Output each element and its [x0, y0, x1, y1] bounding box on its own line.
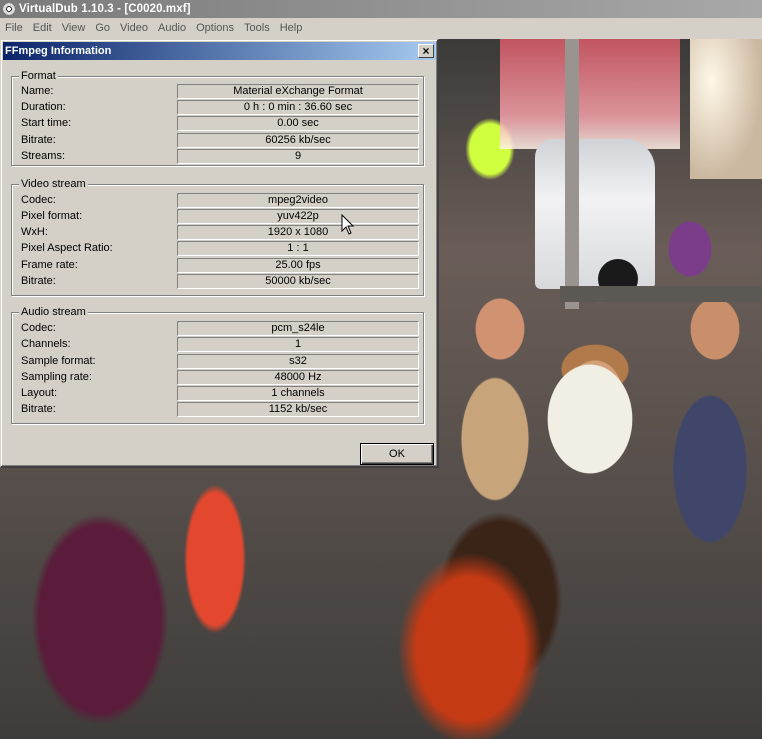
ffmpeg-info-dialog: FFmpeg Information × Format Name: Materi…: [0, 39, 439, 468]
dialog-title: FFmpeg Information: [5, 45, 112, 57]
row-value: Material eXchange Format: [177, 84, 419, 99]
format-row-duration: Duration: 0 h : 0 min : 36.60 sec: [21, 100, 419, 115]
format-row-start-time: Start time: 0.00 sec: [21, 116, 419, 131]
row-value: s32: [177, 354, 419, 369]
menu-file[interactable]: File: [0, 18, 28, 38]
row-label: Name:: [21, 85, 54, 97]
ok-button[interactable]: OK: [360, 443, 434, 465]
menu-audio[interactable]: Audio: [153, 18, 191, 38]
audio-row-sample-format: Sample format: s32: [21, 354, 419, 369]
row-label: WxH:: [21, 226, 48, 238]
row-label: Bitrate:: [21, 134, 56, 146]
menu-help[interactable]: Help: [275, 18, 308, 38]
row-label: Pixel format:: [21, 210, 83, 222]
window-titlebar: VirtualDub 1.10.3 - [C0020.mxf]: [0, 0, 762, 18]
menu-go[interactable]: Go: [90, 18, 115, 38]
dialog-titlebar[interactable]: FFmpeg Information ×: [3, 42, 436, 60]
row-value: 50000 kb/sec: [177, 274, 419, 289]
audio-row-channels: Channels: 1: [21, 337, 419, 352]
row-value: 0 h : 0 min : 36.60 sec: [177, 100, 419, 115]
row-label: Bitrate:: [21, 275, 56, 287]
row-label: Sampling rate:: [21, 371, 92, 383]
row-value: 25.00 fps: [177, 258, 419, 273]
format-row-bitrate: Bitrate: 60256 kb/sec: [21, 133, 419, 148]
row-label: Streams:: [21, 150, 66, 162]
video-stream-group: Video stream Codec: mpeg2video Pixel for…: [11, 177, 424, 296]
row-label: Layout:: [21, 387, 58, 399]
row-value: 1: [177, 337, 419, 352]
audio-row-layout: Layout: 1 channels: [21, 386, 419, 401]
row-label: Channels:: [21, 338, 71, 350]
video-light: [690, 39, 762, 179]
menu-video[interactable]: Video: [115, 18, 153, 38]
film-reel-icon[interactable]: [2, 2, 16, 16]
row-label: Start time:: [21, 117, 72, 129]
format-group: Format Name: Material eXchange Format Du…: [11, 69, 424, 166]
menu-tools[interactable]: Tools: [239, 18, 275, 38]
audio-group-label: Audio stream: [19, 305, 88, 319]
close-button[interactable]: ×: [418, 44, 434, 58]
row-label: Duration:: [21, 101, 66, 113]
video-row-bitrate: Bitrate: 50000 kb/sec: [21, 274, 419, 289]
row-value: mpeg2video: [177, 193, 419, 208]
video-row-codec: Codec: mpeg2video: [21, 193, 419, 208]
row-label: Frame rate:: [21, 259, 78, 271]
audio-row-codec: Codec: pcm_s24le: [21, 321, 419, 336]
row-value: 1920 x 1080: [177, 225, 419, 240]
menu-view[interactable]: View: [57, 18, 91, 38]
video-pillar: [565, 39, 579, 309]
menu-bar: File Edit View Go Video Audio Options To…: [0, 18, 762, 38]
video-row-wxh: WxH: 1920 x 1080: [21, 225, 419, 240]
video-group-label: Video stream: [19, 177, 88, 191]
video-row-pixel-format: Pixel format: yuv422p: [21, 209, 419, 224]
row-value: pcm_s24le: [177, 321, 419, 336]
row-value: 1152 kb/sec: [177, 402, 419, 417]
row-label: Bitrate:: [21, 403, 56, 415]
row-value: 60256 kb/sec: [177, 133, 419, 148]
video-awning: [500, 39, 680, 149]
row-value: 1 channels: [177, 386, 419, 401]
row-value: 1 : 1: [177, 241, 419, 256]
audio-row-bitrate: Bitrate: 1152 kb/sec: [21, 402, 419, 417]
window-title: VirtualDub 1.10.3 - [C0020.mxf]: [19, 3, 191, 15]
menu-edit[interactable]: Edit: [28, 18, 57, 38]
format-group-label: Format: [19, 69, 58, 83]
audio-stream-group: Audio stream Codec: pcm_s24le Channels: …: [11, 305, 424, 424]
row-label: Codec:: [21, 194, 56, 206]
video-row-pixel-aspect: Pixel Aspect Ratio: 1 : 1: [21, 241, 419, 256]
row-label: Pixel Aspect Ratio:: [21, 242, 113, 254]
menu-options[interactable]: Options: [191, 18, 239, 38]
row-value: 0.00 sec: [177, 116, 419, 131]
row-value: 48000 Hz: [177, 370, 419, 385]
video-car: [535, 139, 655, 289]
format-row-streams: Streams: 9: [21, 149, 419, 164]
row-value: 9: [177, 149, 419, 164]
mouse-cursor-icon: [341, 214, 355, 235]
row-label: Sample format:: [21, 355, 96, 367]
format-row-name: Name: Material eXchange Format: [21, 84, 419, 99]
row-label: Codec:: [21, 322, 56, 334]
row-value: yuv422p: [177, 209, 419, 224]
audio-row-sampling-rate: Sampling rate: 48000 Hz: [21, 370, 419, 385]
video-fence: [560, 286, 762, 302]
video-row-frame-rate: Frame rate: 25.00 fps: [21, 258, 419, 273]
